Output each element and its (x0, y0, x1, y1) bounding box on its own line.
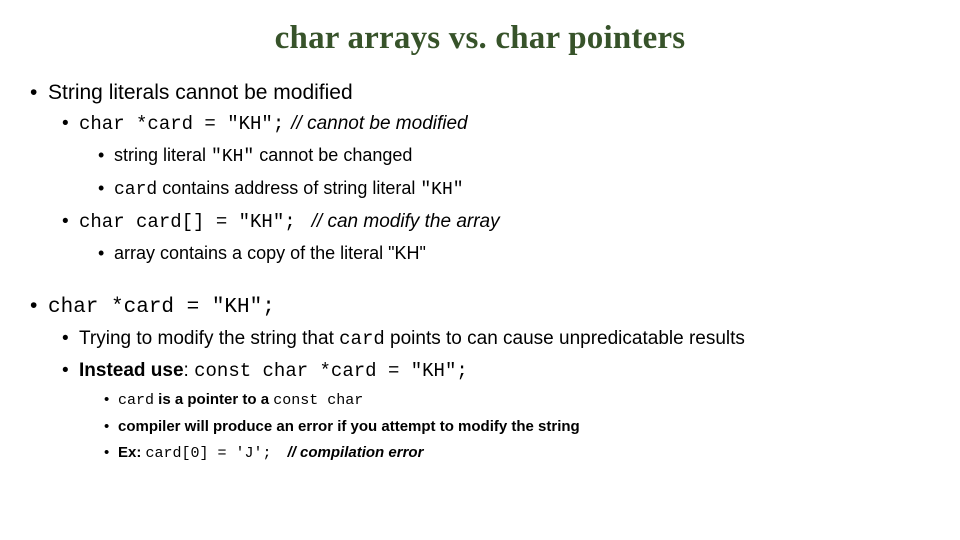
code-snippet: card[0] = 'J'; (145, 445, 272, 462)
code-snippet: char *card = "KH"; (48, 296, 275, 319)
code-comment: // cannot be modified (291, 113, 468, 134)
bullet-icon: • (98, 178, 105, 198)
bullet-icon: • (104, 391, 110, 408)
page-title: char arrays vs. char pointers (274, 20, 686, 56)
list-item-text-emphasis: Instead use (79, 360, 184, 381)
code-snippet: char card[] = "KH"; (79, 211, 296, 233)
slide: char arrays vs. char pointers • String li… (0, 0, 960, 540)
bullet-icon: • (62, 328, 69, 349)
code-comment: // compilation error (287, 444, 424, 461)
bullet-icon: • (98, 145, 105, 165)
bullet-icon: • (62, 211, 69, 232)
code-snippet: card (339, 328, 385, 350)
content-block-1: • String literals cannot be modified • cha… (0, 78, 960, 269)
content-block-2: • char *card = "KH"; • Trying to modify th… (0, 291, 960, 467)
code-snippet: "KH" (211, 147, 255, 167)
bullet-icon: • (104, 444, 110, 461)
list-item-text: : (183, 360, 195, 381)
list-item-text-trailing: cannot be changed (254, 145, 413, 165)
list-item: • card contains address of string literal… (0, 173, 960, 206)
list-item-text: string literal (114, 145, 212, 165)
bullet-icon: • (30, 294, 38, 317)
bullet-icon: • (62, 113, 69, 134)
code-snippet: card (114, 180, 158, 200)
code-snippet-trailing: const char (273, 392, 364, 409)
list-item-text: contains address of string literal (157, 178, 421, 198)
slide-body: • String literals cannot be modified • cha… (0, 78, 960, 467)
list-item: • char *card = "KH"; // cannot be modified (0, 108, 960, 140)
code-snippet-trailing: "KH" (420, 180, 464, 200)
list-item: • char card[] = "KH"; // can modify the ar… (0, 206, 960, 238)
list-item-text: Ex: (118, 444, 146, 461)
list-item: • String literals cannot be modified (0, 78, 960, 108)
list-item: • Ex: card[0] = 'J'; // compilation error (0, 440, 960, 467)
code-snippet: char *card = "KH"; (79, 113, 285, 135)
list-item: • array contains a copy of the literal "K… (0, 238, 960, 269)
list-item: • string literal "KH" cannot be changed (0, 140, 960, 173)
list-item: • char *card = "KH"; (0, 291, 960, 323)
list-item: • card is a pointer to a const char (0, 387, 960, 414)
list-item-text: is a pointer to a (154, 391, 274, 408)
list-item: • compiler will produce an error if you a… (0, 414, 960, 440)
code-snippet: card (118, 392, 155, 409)
bullet-icon: • (98, 243, 105, 263)
list-item-text-trailing: points to can cause unpredicatable resul… (384, 328, 745, 349)
bullet-icon: • (62, 360, 69, 381)
bullet-icon: • (104, 418, 110, 435)
list-item-text: Trying to modify the string that (79, 328, 340, 349)
list-item-label: array contains a copy of the literal "KH… (114, 243, 426, 263)
code-snippet: const char *card = "KH"; (194, 360, 468, 382)
list-item: • Instead use: const char *card = "KH"; (0, 355, 960, 387)
list-item-label: String literals cannot be modified (48, 81, 353, 104)
code-comment: // can modify the array (311, 211, 500, 232)
list-item: • Trying to modify the string that card p… (0, 323, 960, 355)
list-item-label: compiler will produce an error if you at… (118, 418, 580, 435)
bullet-icon: • (30, 81, 38, 104)
